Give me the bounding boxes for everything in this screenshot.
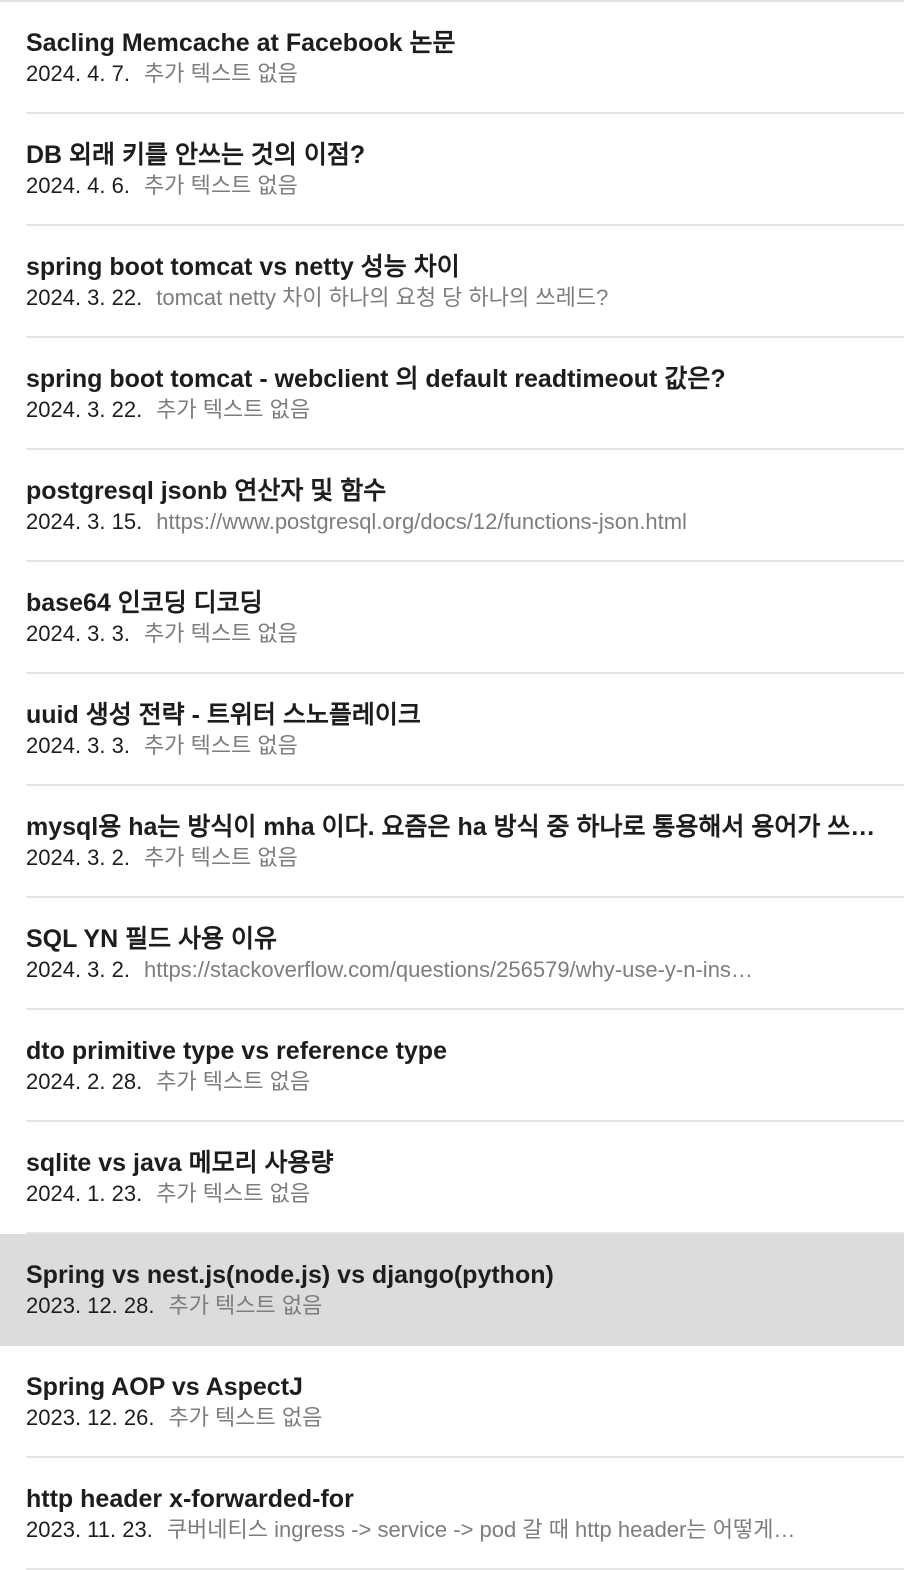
note-title: base64 인코딩 디코딩: [26, 589, 263, 617]
note-list-item[interactable]: Sacling Memcache at Facebook 논문 2024. 4.…: [0, 2, 904, 114]
note-date: 2024. 3. 2.: [26, 957, 130, 982]
note-preview: 추가 텍스트 없음: [143, 173, 298, 198]
note-meta: 2023. 11. 23. 쿠버네티스 ingress -> service ->…: [26, 1516, 904, 1544]
note-meta: 2024. 3. 2. https://stackoverflow.com/que…: [26, 956, 904, 984]
note-meta: 2024. 4. 6. 추가 텍스트 없음: [26, 172, 904, 200]
note-list-item[interactable]: spring boot tomcat vs netty 성능 차이 2024. …: [0, 226, 904, 338]
note-meta: 2023. 12. 28. 추가 텍스트 없음: [26, 1292, 904, 1320]
note-list-item[interactable]: Spring vs nest.js(node.js) vs django(pyt…: [0, 1234, 904, 1346]
note-preview: https://stackoverflow.com/questions/2565…: [143, 957, 753, 982]
note-preview: 추가 텍스트 없음: [143, 61, 298, 86]
note-date: 2023. 11. 23.: [26, 1517, 153, 1542]
note-list-item[interactable]: spring boot tomcat - webclient 의 default…: [0, 338, 904, 450]
note-date: 2024. 3. 3.: [26, 621, 130, 646]
note-title: http header x-forwarded-for: [26, 1485, 354, 1513]
note-date: 2024. 3. 22.: [26, 397, 143, 422]
notes-list: Sacling Memcache at Facebook 논문 2024. 4.…: [0, 0, 904, 1570]
note-date: 2024. 3. 2.: [26, 845, 130, 870]
note-preview: 쿠버네티스 ingress -> service -> pod 갈 때 http…: [166, 1517, 796, 1542]
note-title: mysql용 ha는 방식이 mha 이다. 요즘은 ha 방식 중 하나로 통…: [26, 813, 876, 841]
note-title: Sacling Memcache at Facebook 논문: [26, 29, 456, 57]
note-date: 2024. 3. 15.: [26, 509, 143, 534]
note-meta: 2024. 3. 2. 추가 텍스트 없음: [26, 844, 904, 872]
note-list-item[interactable]: uuid 생성 전략 - 트위터 스노플레이크 2024. 3. 3. 추가 텍스…: [0, 674, 904, 786]
note-title: Spring vs nest.js(node.js) vs django(pyt…: [26, 1261, 554, 1289]
note-preview: tomcat netty 차이 하나의 요청 당 하나의 쓰레드?: [156, 285, 609, 310]
note-preview: https://www.postgresql.org/docs/12/funct…: [156, 509, 687, 534]
note-date: 2024. 3. 3.: [26, 733, 130, 758]
note-list-item[interactable]: sqlite vs java 메모리 사용량 2024. 1. 23. 추가 텍스…: [0, 1122, 904, 1234]
note-date: 2024. 3. 22.: [26, 285, 143, 310]
note-preview: 추가 텍스트 없음: [156, 397, 311, 422]
note-meta: 2024. 1. 23. 추가 텍스트 없음: [26, 1180, 904, 1208]
note-list-item[interactable]: DB 외래 키를 안쓰는 것의 이점? 2024. 4. 6. 추가 텍스트 없음: [0, 114, 904, 226]
note-preview: 추가 텍스트 없음: [156, 1181, 311, 1206]
note-meta: 2024. 4. 7. 추가 텍스트 없음: [26, 60, 904, 88]
note-date: 2024. 4. 6.: [26, 173, 130, 198]
note-date: 2024. 4. 7.: [26, 61, 130, 86]
note-list-item[interactable]: http header x-forwarded-for 2023. 11. 23…: [0, 1458, 904, 1570]
note-list-item[interactable]: dto primitive type vs reference type 202…: [0, 1010, 904, 1122]
note-meta: 2024. 3. 22. tomcat netty 차이 하나의 요청 당 하나의…: [26, 284, 904, 312]
note-title: DB 외래 키를 안쓰는 것의 이점?: [26, 141, 366, 169]
note-title: spring boot tomcat vs netty 성능 차이: [26, 253, 460, 281]
note-date: 2024. 1. 23.: [26, 1181, 143, 1206]
note-list-item[interactable]: postgresql jsonb 연산자 및 함수 2024. 3. 15. ht…: [0, 450, 904, 562]
note-list-item[interactable]: Spring AOP vs AspectJ 2023. 12. 26. 추가 텍스…: [0, 1346, 904, 1458]
note-preview: 추가 텍스트 없음: [168, 1293, 323, 1318]
note-date: 2024. 2. 28.: [26, 1069, 143, 1094]
note-list-item[interactable]: base64 인코딩 디코딩 2024. 3. 3. 추가 텍스트 없음: [0, 562, 904, 674]
note-title: SQL YN 필드 사용 이유: [26, 925, 278, 953]
note-meta: 2024. 3. 22. 추가 텍스트 없음: [26, 396, 904, 424]
note-date: 2023. 12. 28.: [26, 1293, 155, 1318]
note-preview: 추가 텍스트 없음: [156, 1069, 311, 1094]
note-preview: 추가 텍스트 없음: [143, 621, 298, 646]
note-title: sqlite vs java 메모리 사용량: [26, 1149, 334, 1177]
note-meta: 2024. 3. 3. 추가 텍스트 없음: [26, 620, 904, 648]
note-list-item[interactable]: SQL YN 필드 사용 이유 2024. 3. 2. https://stack…: [0, 898, 904, 1010]
note-preview: 추가 텍스트 없음: [168, 1405, 323, 1430]
note-date: 2023. 12. 26.: [26, 1405, 155, 1430]
note-meta: 2023. 12. 26. 추가 텍스트 없음: [26, 1404, 904, 1432]
note-title: uuid 생성 전략 - 트위터 스노플레이크: [26, 701, 421, 729]
note-title: postgresql jsonb 연산자 및 함수: [26, 477, 387, 505]
note-title: spring boot tomcat - webclient 의 default…: [26, 365, 726, 393]
note-meta: 2024. 3. 15. https://www.postgresql.org/d…: [26, 508, 904, 536]
note-meta: 2024. 3. 3. 추가 텍스트 없음: [26, 732, 904, 760]
note-title: dto primitive type vs reference type: [26, 1037, 447, 1065]
note-preview: 추가 텍스트 없음: [143, 845, 298, 870]
note-title: Spring AOP vs AspectJ: [26, 1373, 303, 1401]
note-preview: 추가 텍스트 없음: [143, 733, 298, 758]
note-list-item[interactable]: mysql용 ha는 방식이 mha 이다. 요즘은 ha 방식 중 하나로 통…: [0, 786, 904, 898]
note-meta: 2024. 2. 28. 추가 텍스트 없음: [26, 1068, 904, 1096]
